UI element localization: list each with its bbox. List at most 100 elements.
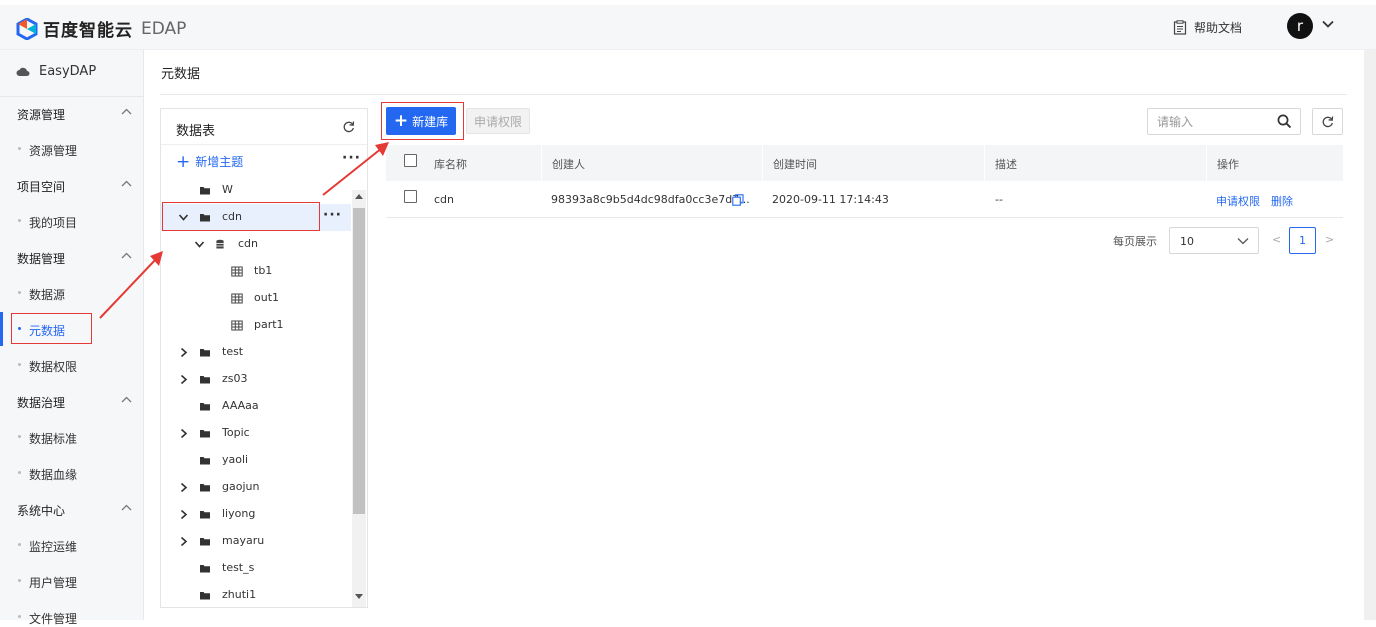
- table-header: 库名称 创建人 创建时间 描述 操作: [386, 145, 1343, 181]
- data-tree-panel: 数据表 + 新增主题 ··· Wcdn ··· cdn tb1 out1 part1 tes…: [160, 108, 368, 608]
- sidebar: EasyDAP 资源管理 资源管理 项目空间 我的项目 数据管理 数据源 元数据…: [0, 50, 144, 626]
- search-input[interactable]: [1157, 114, 1272, 130]
- database-icon: [216, 239, 224, 249]
- chevron-right-icon[interactable]: [178, 509, 189, 520]
- sidebar-group-governance[interactable]: 数据治理: [17, 394, 65, 411]
- more-icon[interactable]: ···: [342, 150, 361, 166]
- tree-node[interactable]: Topic: [161, 420, 351, 447]
- chevron-right-icon[interactable]: [178, 347, 189, 358]
- col-created-time: 创建时间: [773, 158, 817, 171]
- product-name: EDAP: [141, 18, 187, 39]
- prev-page-button[interactable]: <: [1272, 233, 1281, 246]
- row-checkbox[interactable]: [404, 190, 417, 203]
- table-icon: [231, 266, 243, 277]
- tree-node-label: zs03: [222, 372, 248, 385]
- sidebar-item-data-lineage[interactable]: 数据血缘: [29, 466, 77, 483]
- sidebar-item-datasource[interactable]: 数据源: [29, 286, 65, 303]
- select-all-checkbox[interactable]: [404, 154, 417, 167]
- chevron-up-icon[interactable]: [121, 396, 132, 403]
- chevron-up-icon[interactable]: [121, 108, 132, 115]
- sidebar-item-data-standard[interactable]: 数据标准: [29, 430, 77, 447]
- tree-node[interactable]: cdn: [161, 231, 351, 258]
- cell-creator: 98393a8c9b5d4dc98dfa0cc3e7d7...: [551, 193, 750, 206]
- chevron-right-icon[interactable]: [178, 374, 189, 385]
- tree-node[interactable]: test: [161, 339, 351, 366]
- refresh-button[interactable]: [1312, 108, 1343, 135]
- tree-node[interactable]: test_s: [161, 555, 351, 582]
- chevron-right-icon[interactable]: [178, 428, 189, 439]
- tree-node[interactable]: gaojun: [161, 474, 351, 501]
- brand-logo[interactable]: 百度智能云 EDAP: [16, 16, 186, 41]
- tree-node[interactable]: tb1: [161, 258, 351, 285]
- tree-node[interactable]: zhuti1: [161, 582, 351, 607]
- sidebar-item-resource[interactable]: 资源管理: [29, 142, 77, 159]
- tree-node[interactable]: yaoli: [161, 447, 351, 474]
- sidebar-item-my-project[interactable]: 我的项目: [29, 214, 77, 231]
- app-name: EasyDAP: [39, 64, 97, 79]
- cell-name: cdn: [434, 193, 455, 206]
- baidu-cloud-logo-icon: [16, 17, 38, 40]
- tree-node[interactable]: liyong: [161, 501, 351, 528]
- active-indicator: [0, 312, 3, 346]
- app-switcher[interactable]: EasyDAP: [16, 64, 96, 79]
- tree-node[interactable]: W: [161, 177, 351, 204]
- request-permission-button[interactable]: 申请权限: [466, 108, 530, 134]
- next-page-button[interactable]: >: [1325, 233, 1334, 246]
- chevron-down-icon: [1237, 238, 1249, 245]
- more-icon[interactable]: ···: [323, 207, 342, 223]
- tree-scrollbar[interactable]: [352, 190, 366, 607]
- tree-node[interactable]: mayaru: [161, 528, 351, 555]
- delete-link[interactable]: 删除: [1271, 193, 1293, 209]
- chevron-down-icon[interactable]: [1322, 20, 1334, 28]
- sidebar-group-data[interactable]: 数据管理: [17, 250, 65, 267]
- copy-icon[interactable]: [732, 194, 744, 206]
- sidebar-item-data-permission[interactable]: 数据权限: [29, 358, 77, 375]
- chevron-down-icon[interactable]: [194, 239, 205, 250]
- top-bar: 百度智能云 EDAP 帮助文档 r: [0, 0, 1376, 50]
- tree-node-label: test_s: [222, 561, 255, 574]
- search-icon[interactable]: [1277, 114, 1292, 129]
- tree-node[interactable]: AAAaa: [161, 393, 351, 420]
- tree-node-label: test: [222, 345, 244, 358]
- refresh-icon: [1322, 116, 1334, 128]
- sidebar-item-users[interactable]: 用户管理: [29, 574, 77, 591]
- user-avatar[interactable]: r: [1287, 13, 1313, 39]
- request-permission-link[interactable]: 申请权限: [1216, 193, 1260, 209]
- tree-node-label: W: [222, 183, 233, 196]
- scroll-up-icon[interactable]: [355, 194, 363, 199]
- document-icon: [1173, 20, 1187, 35]
- page-size-select[interactable]: 10: [1169, 227, 1259, 254]
- page-size-label: 每页展示: [1113, 235, 1157, 248]
- refresh-icon[interactable]: [342, 120, 355, 133]
- cloud-icon: [16, 67, 30, 76]
- tree-node[interactable]: out1: [161, 285, 351, 312]
- add-topic-button[interactable]: + 新增主题: [176, 153, 243, 170]
- chevron-right-icon[interactable]: [178, 482, 189, 493]
- chevron-up-icon[interactable]: [121, 252, 132, 259]
- scroll-thumb[interactable]: [353, 208, 365, 514]
- cell-description: --: [995, 193, 1003, 206]
- cell-created-time: 2020-09-11 17:14:43: [772, 193, 889, 206]
- help-docs-link[interactable]: 帮助文档: [1173, 19, 1242, 36]
- brand-name: 百度智能云: [43, 21, 133, 41]
- sidebar-group-resource[interactable]: 资源管理: [17, 106, 65, 123]
- plus-icon: +: [176, 151, 191, 172]
- scroll-down-icon[interactable]: [355, 594, 363, 599]
- tree-node-label: Topic: [222, 426, 250, 439]
- sidebar-item-monitor[interactable]: 监控运维: [29, 538, 77, 555]
- sidebar-group-system[interactable]: 系统中心: [17, 502, 65, 519]
- chevron-up-icon[interactable]: [121, 180, 132, 187]
- tree-node[interactable]: zs03: [161, 366, 351, 393]
- folder-icon: [200, 349, 210, 357]
- table-row: cdn 98393a8c9b5d4dc98dfa0cc3e7d7... 2020…: [386, 181, 1343, 218]
- tree-node-label: tb1: [254, 264, 273, 277]
- chevron-up-icon[interactable]: [121, 504, 132, 511]
- sidebar-group-project[interactable]: 项目空间: [17, 178, 65, 195]
- tree-node[interactable]: part1: [161, 312, 351, 339]
- page-scrollbar[interactable]: [1364, 50, 1376, 620]
- page-number-current[interactable]: 1: [1289, 227, 1316, 254]
- chevron-right-icon[interactable]: [178, 536, 189, 547]
- sidebar-item-files[interactable]: 文件管理: [29, 610, 77, 627]
- tree-node-label: AAAaa: [222, 399, 259, 412]
- folder-icon: [200, 484, 210, 492]
